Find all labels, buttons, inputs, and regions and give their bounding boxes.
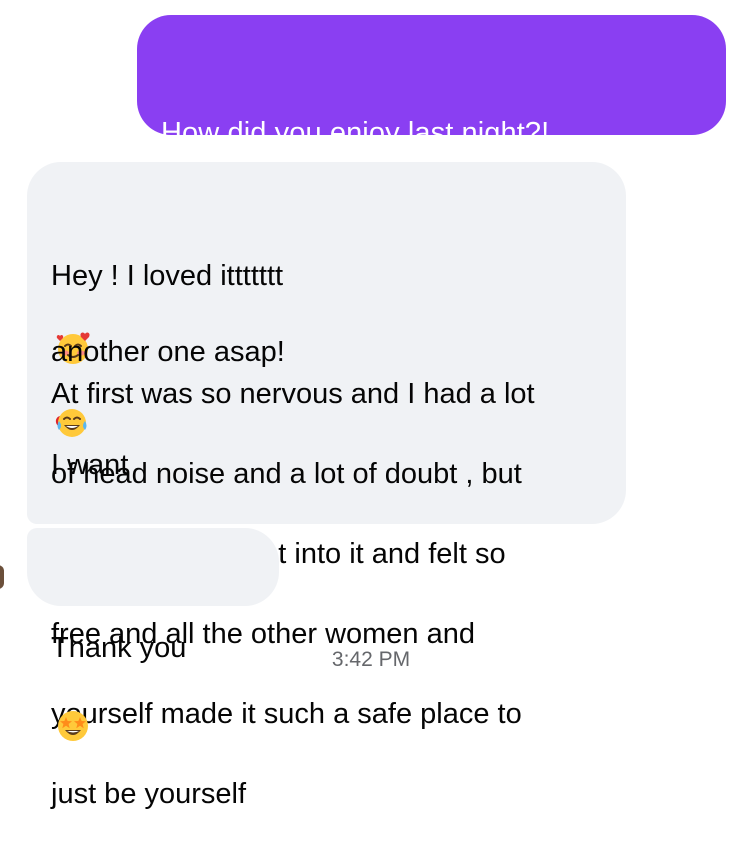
incoming-message-body-line-2: of head noise and a lot of doubt , but	[51, 458, 522, 490]
outgoing-message-bubble[interactable]: How did you enjoy last night?! it was so…	[137, 15, 726, 312]
incoming-message-body-line-5: yourself made it such a safe place to	[51, 698, 522, 730]
incoming-message-bubble-short[interactable]: Thank you	[27, 528, 279, 741]
outgoing-message-line-1: How did you enjoy last night?!	[161, 73, 704, 312]
incoming-message-text-1a: Hey ! I loved ittttttt	[51, 260, 284, 292]
incoming-short-line: Thank you	[51, 588, 261, 741]
message-timestamp: 3:42 PM	[331, 648, 411, 671]
incoming-message-body-line-6: just be yourself	[51, 778, 247, 810]
incoming-message-line-2: another one asap!	[51, 298, 608, 437]
incoming-message-body-line-1: At first was so nervous and I had a lot	[51, 378, 535, 410]
star-struck-icon	[55, 668, 91, 755]
incoming-message-text-2: another one asap!	[51, 336, 285, 368]
incoming-message-line-1: Hey ! I loved ittttttt I want	[51, 222, 608, 481]
outgoing-message-text-1: How did you enjoy last night?!	[161, 117, 550, 149]
incoming-message-bubble[interactable]: Hey ! I loved ittttttt I want another on…	[27, 162, 626, 810]
sender-avatar[interactable]	[0, 565, 4, 589]
